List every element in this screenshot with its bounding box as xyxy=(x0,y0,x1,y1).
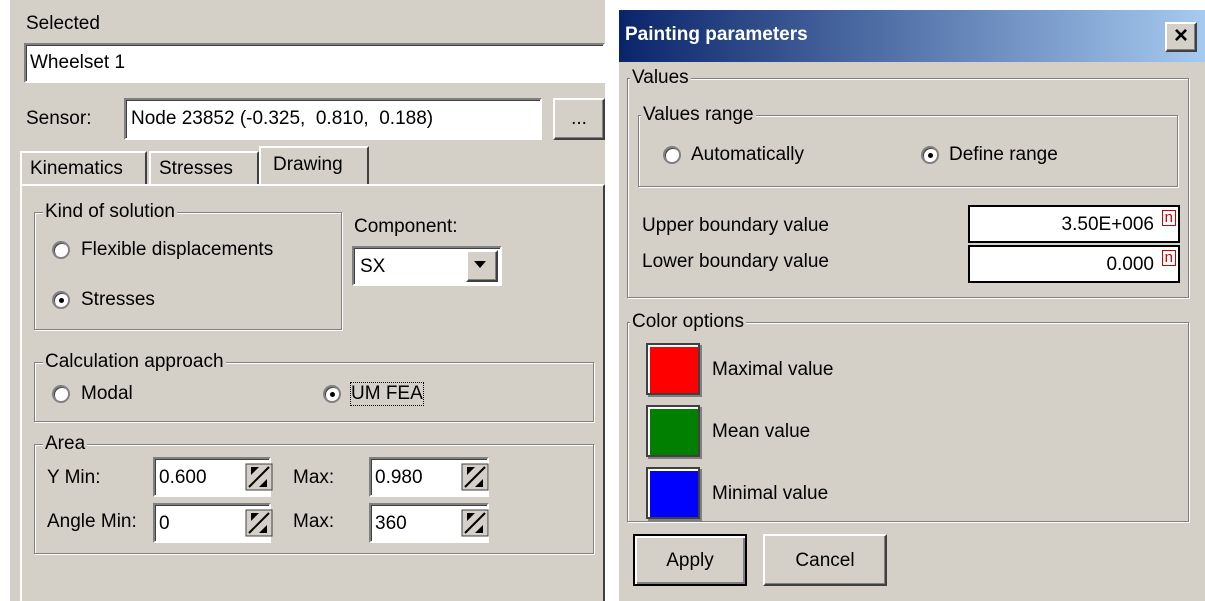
calculation-approach-title: Calculation approach xyxy=(43,351,226,373)
values-range-group: Values range Automatically Define range xyxy=(638,104,1178,187)
area-title: Area xyxy=(43,433,88,455)
cancel-button[interactable]: Cancel xyxy=(763,534,887,586)
mean-color-swatch[interactable] xyxy=(646,405,700,457)
calculation-approach-group: Calculation approach Modal UM FEA xyxy=(34,351,594,422)
selected-value: Wheelset 1 xyxy=(30,52,126,73)
flexible-displacements-label: Flexible displacements xyxy=(81,239,274,260)
dialog-titlebar: Painting parameters xyxy=(619,10,1205,62)
dropdown-button[interactable] xyxy=(466,250,498,282)
values-range-title: Values range xyxy=(641,104,756,126)
values-title: Values xyxy=(630,67,691,89)
tab-drawing-label: Drawing xyxy=(273,154,343,175)
y-max-label: Max: xyxy=(293,467,335,488)
modal-label: Modal xyxy=(81,383,133,404)
y-max-value: 0.980 xyxy=(375,467,423,488)
values-group: Values Values range Automatically Define… xyxy=(627,67,1189,298)
tab-stresses-label: Stresses xyxy=(159,158,233,179)
automatically-radio[interactable] xyxy=(663,146,681,164)
component-value: SX xyxy=(360,256,386,277)
function-n-icon[interactable]: n xyxy=(1161,210,1176,226)
selected-label: Selected xyxy=(26,13,100,34)
angle-min-label: Angle Min: xyxy=(47,511,137,532)
modal-radio[interactable] xyxy=(52,385,70,403)
apply-button[interactable]: Apply xyxy=(633,534,747,586)
painting-parameters-dialog: Painting parameters × Values Values rang… xyxy=(617,10,1205,601)
sensor-field[interactable]: Node 23852 (-0.325, 0.810, 0.188) xyxy=(124,98,542,140)
color-options-title: Color options xyxy=(630,311,746,333)
angle-max-spin-button[interactable] xyxy=(461,509,491,539)
upper-boundary-label: Upper boundary value xyxy=(642,215,829,236)
selected-field[interactable]: Wheelset 1 xyxy=(24,43,605,83)
color-options-group: Color options Maximal value Mean value M… xyxy=(627,311,1189,522)
tab-drawing[interactable]: Drawing xyxy=(259,146,369,186)
minimal-color-swatch[interactable] xyxy=(646,467,700,519)
maximal-color-swatch[interactable] xyxy=(646,343,700,395)
y-min-value: 0.600 xyxy=(159,467,207,488)
angle-max-value: 360 xyxy=(375,513,407,534)
y-min-spin-button[interactable] xyxy=(245,463,275,493)
upper-boundary-field[interactable]: 3.50E+006 n xyxy=(968,205,1180,243)
lower-boundary-field[interactable]: 0.000 n xyxy=(968,245,1180,283)
sensor-browse-label: ... xyxy=(571,108,587,129)
function-n-icon[interactable]: n xyxy=(1161,250,1176,266)
flexible-displacements-radio[interactable] xyxy=(52,241,70,259)
tab-strip: Kinematics Stresses Drawing xyxy=(20,146,605,186)
maximal-value-label: Maximal value xyxy=(712,359,834,380)
um-fea-radio[interactable] xyxy=(323,385,341,403)
y-min-label: Y Min: xyxy=(47,467,101,488)
close-button[interactable]: × xyxy=(1165,22,1197,52)
apply-label: Apply xyxy=(666,550,714,571)
left-panel: Selected Wheelset 1 Sensor: Node 23852 (… xyxy=(10,0,605,601)
sensor-value: Node 23852 (-0.325, 0.810, 0.188) xyxy=(131,108,434,129)
cancel-label: Cancel xyxy=(795,550,855,571)
sensor-browse-button[interactable]: ... xyxy=(553,98,605,140)
define-range-label: Define range xyxy=(949,144,1058,165)
component-dropdown[interactable]: SX xyxy=(352,246,502,286)
kind-of-solution-title: Kind of solution xyxy=(43,201,177,223)
lower-boundary-label: Lower boundary value xyxy=(642,251,829,272)
kind-of-solution-group: Kind of solution Flexible displacements … xyxy=(34,201,342,330)
y-max-spin-button[interactable] xyxy=(461,463,491,493)
spin-updown-icon xyxy=(461,463,489,491)
minimal-value-label: Minimal value xyxy=(712,483,829,504)
close-icon: × xyxy=(1173,22,1188,49)
stresses-radio[interactable] xyxy=(52,291,70,309)
dialog-title: Painting parameters xyxy=(625,24,808,45)
lower-boundary-value: 0.000 xyxy=(1106,254,1154,275)
angle-min-value: 0 xyxy=(159,513,170,534)
angle-max-label: Max: xyxy=(293,511,335,532)
component-label: Component: xyxy=(354,216,458,237)
um-fea-label: UM FEA xyxy=(350,382,424,406)
area-group: Area Y Min: 0.600 Max: 0.980 Angle Min: … xyxy=(34,433,594,554)
spin-updown-icon xyxy=(245,463,273,491)
tab-stresses[interactable]: Stresses xyxy=(149,151,259,184)
define-range-radio[interactable] xyxy=(921,146,939,164)
angle-min-spin-button[interactable] xyxy=(245,509,275,539)
spin-updown-icon xyxy=(245,509,273,537)
upper-boundary-value: 3.50E+006 xyxy=(1061,214,1154,235)
mean-value-label: Mean value xyxy=(712,421,811,442)
sensor-label: Sensor: xyxy=(26,108,92,129)
spin-updown-icon xyxy=(461,509,489,537)
chevron-down-icon xyxy=(474,261,486,268)
stresses-label: Stresses xyxy=(81,289,155,310)
tab-kinematics[interactable]: Kinematics xyxy=(20,151,147,184)
automatically-label: Automatically xyxy=(691,144,804,165)
tab-kinematics-label: Kinematics xyxy=(30,158,123,179)
